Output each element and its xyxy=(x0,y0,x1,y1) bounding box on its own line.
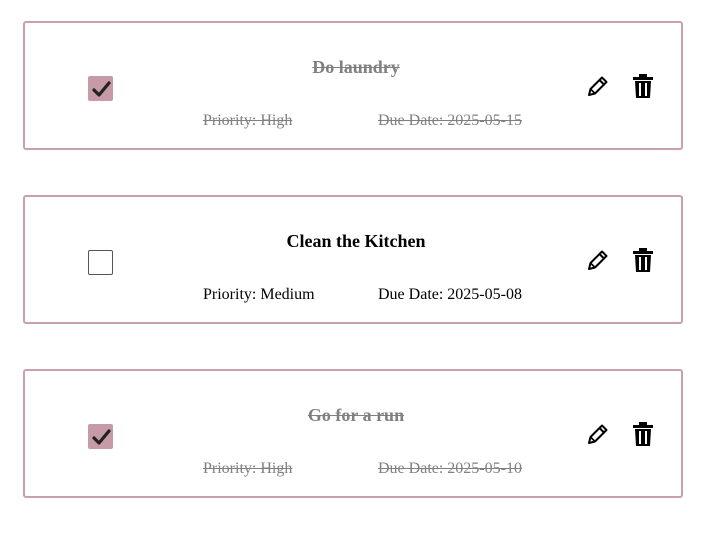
task-title: Do laundry xyxy=(312,57,400,77)
delete-task-button[interactable] xyxy=(628,419,658,449)
checkmark-icon xyxy=(92,81,111,97)
edit-task-button[interactable] xyxy=(583,419,613,449)
pencil-icon xyxy=(588,250,608,270)
task-card: Go for a run Priority: High Due Date: 20… xyxy=(23,369,683,498)
edit-task-button[interactable] xyxy=(583,245,613,275)
trash-icon xyxy=(633,422,653,446)
task-due-date: Due Date: 2025-05-10 xyxy=(378,460,522,477)
edit-task-button[interactable] xyxy=(583,71,613,101)
task-due-date: Due Date: 2025-05-15 xyxy=(378,112,522,129)
task-due-date: Due Date: 2025-05-08 xyxy=(378,286,522,303)
task-title: Clean the Kitchen xyxy=(286,231,426,251)
checkmark-icon xyxy=(92,429,111,445)
task-priority: Priority: Medium xyxy=(203,286,315,303)
trash-icon xyxy=(633,74,653,98)
task-complete-checkbox[interactable] xyxy=(88,250,113,275)
task-priority: Priority: High xyxy=(203,112,293,129)
trash-icon xyxy=(633,248,653,272)
delete-task-button[interactable] xyxy=(628,71,658,101)
task-list: Do laundry Priority: High Due Date: 2025… xyxy=(0,0,701,538)
task-card: Clean the Kitchen Priority: Medium Due D… xyxy=(23,195,683,324)
task-complete-checkbox[interactable] xyxy=(88,424,113,449)
task-card: Do laundry Priority: High Due Date: 2025… xyxy=(23,21,683,150)
delete-task-button[interactable] xyxy=(628,245,658,275)
pencil-icon xyxy=(588,76,608,96)
task-complete-checkbox[interactable] xyxy=(88,76,113,101)
task-title: Go for a run xyxy=(307,405,405,425)
task-priority: Priority: High xyxy=(203,460,293,477)
pencil-icon xyxy=(588,424,608,444)
